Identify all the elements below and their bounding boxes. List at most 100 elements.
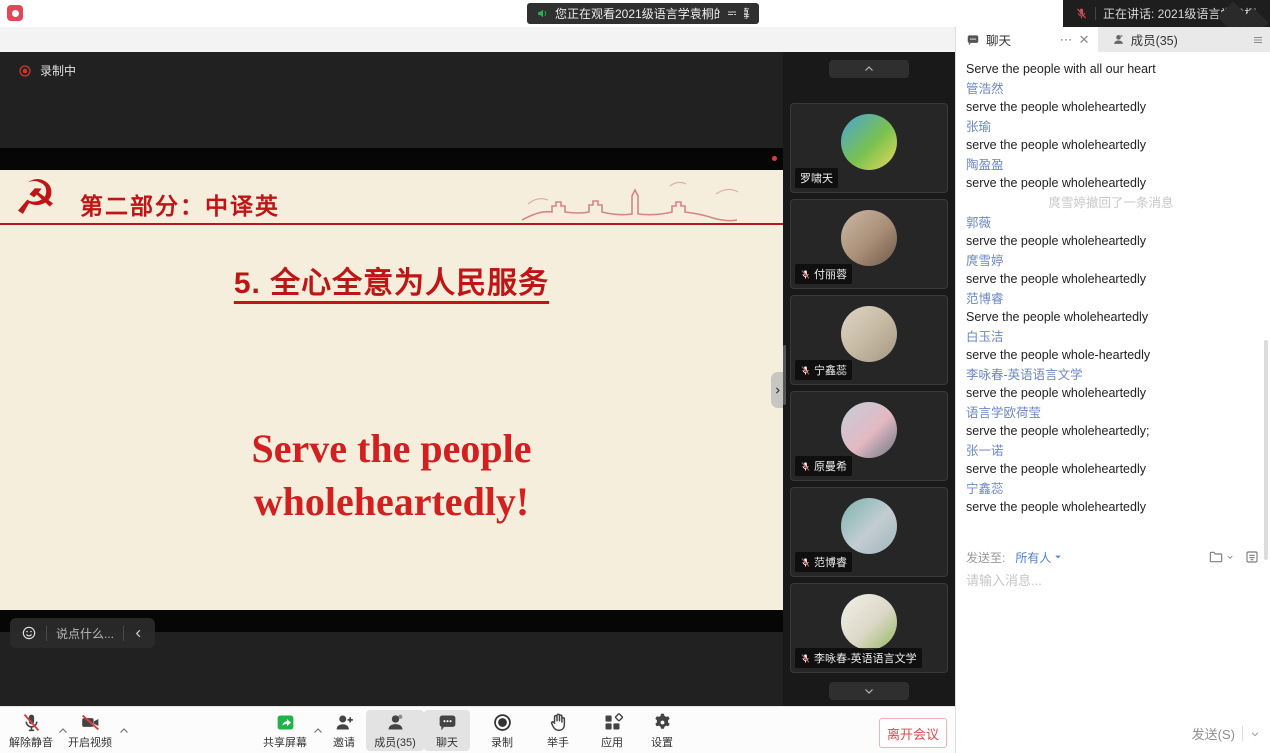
party-emblem-icon: ☭ <box>14 170 57 226</box>
chat-message: serve the people wholeheartedly <box>966 233 1256 249</box>
avatar <box>841 498 897 554</box>
avatar <box>841 210 897 266</box>
meeting-control-bar: 离开会议 解除静音开启视频 共享屏幕邀请成员(35) 聊天 录制 举手 应用设置 <box>0 706 955 753</box>
chevron-down-icon <box>1054 553 1062 561</box>
chat-message: serve the people wholeheartedly <box>966 499 1256 515</box>
participant-tile[interactable]: 李咏春-英语语言文学 <box>790 583 948 673</box>
chat-sender: 庹雪婷 <box>966 253 1256 269</box>
divider <box>123 626 124 641</box>
collapse-left-icon[interactable] <box>133 628 144 639</box>
participant-tile[interactable]: 原曼希 <box>790 391 948 481</box>
banner-menu-button[interactable] <box>720 3 744 24</box>
recording-label: 录制中 <box>40 62 76 79</box>
toolbar-item-label: 录制 <box>491 734 513 750</box>
toolbar-item-chat[interactable]: 聊天 <box>424 710 470 751</box>
strip-scrollbar[interactable] <box>783 345 786 405</box>
chat-sender: 张一诺 <box>966 443 1256 459</box>
quick-chat-bar[interactable]: 说点什么... <box>10 618 155 648</box>
participant-name: 宁鑫蕊 <box>795 360 852 380</box>
slide-content: ☭ 第二部分：中译英 5. 全心全意为人民服务 Serve the people… <box>0 170 783 610</box>
record-dot-icon <box>18 64 32 78</box>
chat-panel: Serve the people with all our heart管浩然se… <box>955 52 1270 753</box>
toolbar-item-label: 聊天 <box>436 734 458 750</box>
toolbar-item-record[interactable]: 录制 <box>478 710 526 751</box>
toolbar-item-members[interactable]: 成员(35) <box>366 710 424 751</box>
speaking-status-bar: 正在讲话: 2021级语言学袁桐 <box>1063 0 1270 27</box>
participant-name: 李咏春-英语语言文学 <box>795 648 922 668</box>
toolbar-item-share-screen[interactable]: 共享屏幕 <box>258 710 312 751</box>
chat-input[interactable]: 请输入消息... <box>966 570 1042 589</box>
strip-expand-handle[interactable] <box>771 372 783 408</box>
divider <box>1095 7 1096 20</box>
participant-name: 原曼希 <box>795 456 852 476</box>
chat-sender: 管浩然 <box>966 81 1256 97</box>
send-to-selector[interactable]: 所有人 <box>1015 549 1062 566</box>
participant-video-strip: 罗啸天付丽蓉宁鑫蕊原曼希范博睿李咏春-英语语言文学 <box>783 52 955 706</box>
screenshot-icon <box>1244 549 1260 565</box>
send-button[interactable]: 发送(S) <box>1192 724 1260 743</box>
chat-message: serve the people wholeheartedly <box>966 461 1256 477</box>
chat-sender: 范博睿 <box>966 291 1256 307</box>
participant-tile[interactable]: 范博睿 <box>790 487 948 577</box>
chat-message: serve the people whole-heartedly <box>966 347 1256 363</box>
chat-message: serve the people wholeheartedly <box>966 137 1256 153</box>
chat-more-icon[interactable]: ⋯ <box>1060 33 1073 46</box>
chat-folder-button[interactable] <box>1208 549 1234 565</box>
avatar <box>841 306 897 362</box>
chat-sender: 陶盈盈 <box>966 157 1256 173</box>
toolbar-item-label: 举手 <box>547 734 569 750</box>
emoji-smiley-icon[interactable] <box>21 625 37 641</box>
chat-sender: 语言学欧荷莹 <box>966 405 1256 421</box>
toolbar-item-label: 共享屏幕 <box>263 734 307 750</box>
participant-name: 范博睿 <box>795 552 852 572</box>
chat-message: serve the people wholeheartedly <box>966 99 1256 115</box>
camera-muted-icon <box>80 712 101 733</box>
chat-message: serve the people wholeheartedly <box>966 175 1256 191</box>
strip-scroll-down-button[interactable] <box>829 682 909 700</box>
chevron-up-icon <box>863 63 875 75</box>
panel-menu-button[interactable] <box>1245 27 1270 52</box>
folder-icon <box>1208 549 1224 565</box>
toolbar-item-settings[interactable]: 设置 <box>638 710 686 751</box>
toolbar-item-label: 开启视频 <box>68 734 112 750</box>
apps-icon <box>602 712 623 733</box>
mic-muted-icon <box>21 712 42 733</box>
chat-sender: 李咏春-英语语言文学 <box>966 367 1256 383</box>
chat-message: serve the people wholeheartedly <box>966 271 1256 287</box>
chevron-down-icon <box>1226 553 1234 561</box>
menu-lines-icon <box>726 8 738 20</box>
presentation-slide: ☭ 第二部分：中译英 5. 全心全意为人民服务 Serve the people… <box>0 148 783 632</box>
tab-members[interactable]: 成员(35) <box>1098 27 1246 52</box>
chat-message-list: Serve the people with all our heart管浩然se… <box>956 52 1270 540</box>
chat-close-icon[interactable]: ✕ <box>1079 33 1090 46</box>
send-to-label: 发送至: <box>966 549 1005 566</box>
avatar <box>841 402 897 458</box>
avatar <box>841 114 897 170</box>
participant-tile[interactable]: 罗啸天 <box>790 103 948 193</box>
mic-muted-icon <box>800 557 811 568</box>
toolbar-item-camera-muted[interactable]: 开启视频 <box>62 710 118 751</box>
quick-chat-placeholder[interactable]: 说点什么... <box>56 625 114 642</box>
camera-muted-options-chevron[interactable] <box>118 725 130 737</box>
toolbar-item-invite[interactable]: 邀请 <box>322 710 366 751</box>
toolbar-item-mic-muted[interactable]: 解除静音 <box>4 710 58 751</box>
tab-chat[interactable]: 聊天 ⋯ ✕ <box>956 27 1098 52</box>
toolbar-item-apps[interactable]: 应用 <box>588 710 636 751</box>
participant-tile[interactable]: 付丽蓉 <box>790 199 948 289</box>
great-wall-illustration <box>517 170 783 226</box>
strip-scroll-up-button[interactable] <box>829 60 909 78</box>
chat-scrollbar[interactable] <box>1264 340 1268 560</box>
leave-meeting-button[interactable]: 离开会议 <box>879 718 947 748</box>
screenshot-button[interactable] <box>1244 549 1260 565</box>
toolbar-item-raise-hand[interactable]: 举手 <box>534 710 582 751</box>
toolbar-item-label: 成员(35) <box>374 734 416 750</box>
participant-tile[interactable]: 宁鑫蕊 <box>790 295 948 385</box>
slide-heading: 5. 全心全意为人民服务 <box>0 258 783 302</box>
participant-tiles: 罗啸天付丽蓉宁鑫蕊原曼希范博睿李咏春-英语语言文学 <box>790 103 950 679</box>
divider <box>1242 726 1243 741</box>
slide-body-text: Serve the people wholeheartedly! <box>0 422 783 528</box>
mic-muted-icon <box>800 269 811 280</box>
send-to-row: 发送至: 所有人 <box>956 544 1270 570</box>
divider <box>46 626 47 641</box>
toolbar-item-label: 解除静音 <box>9 734 53 750</box>
